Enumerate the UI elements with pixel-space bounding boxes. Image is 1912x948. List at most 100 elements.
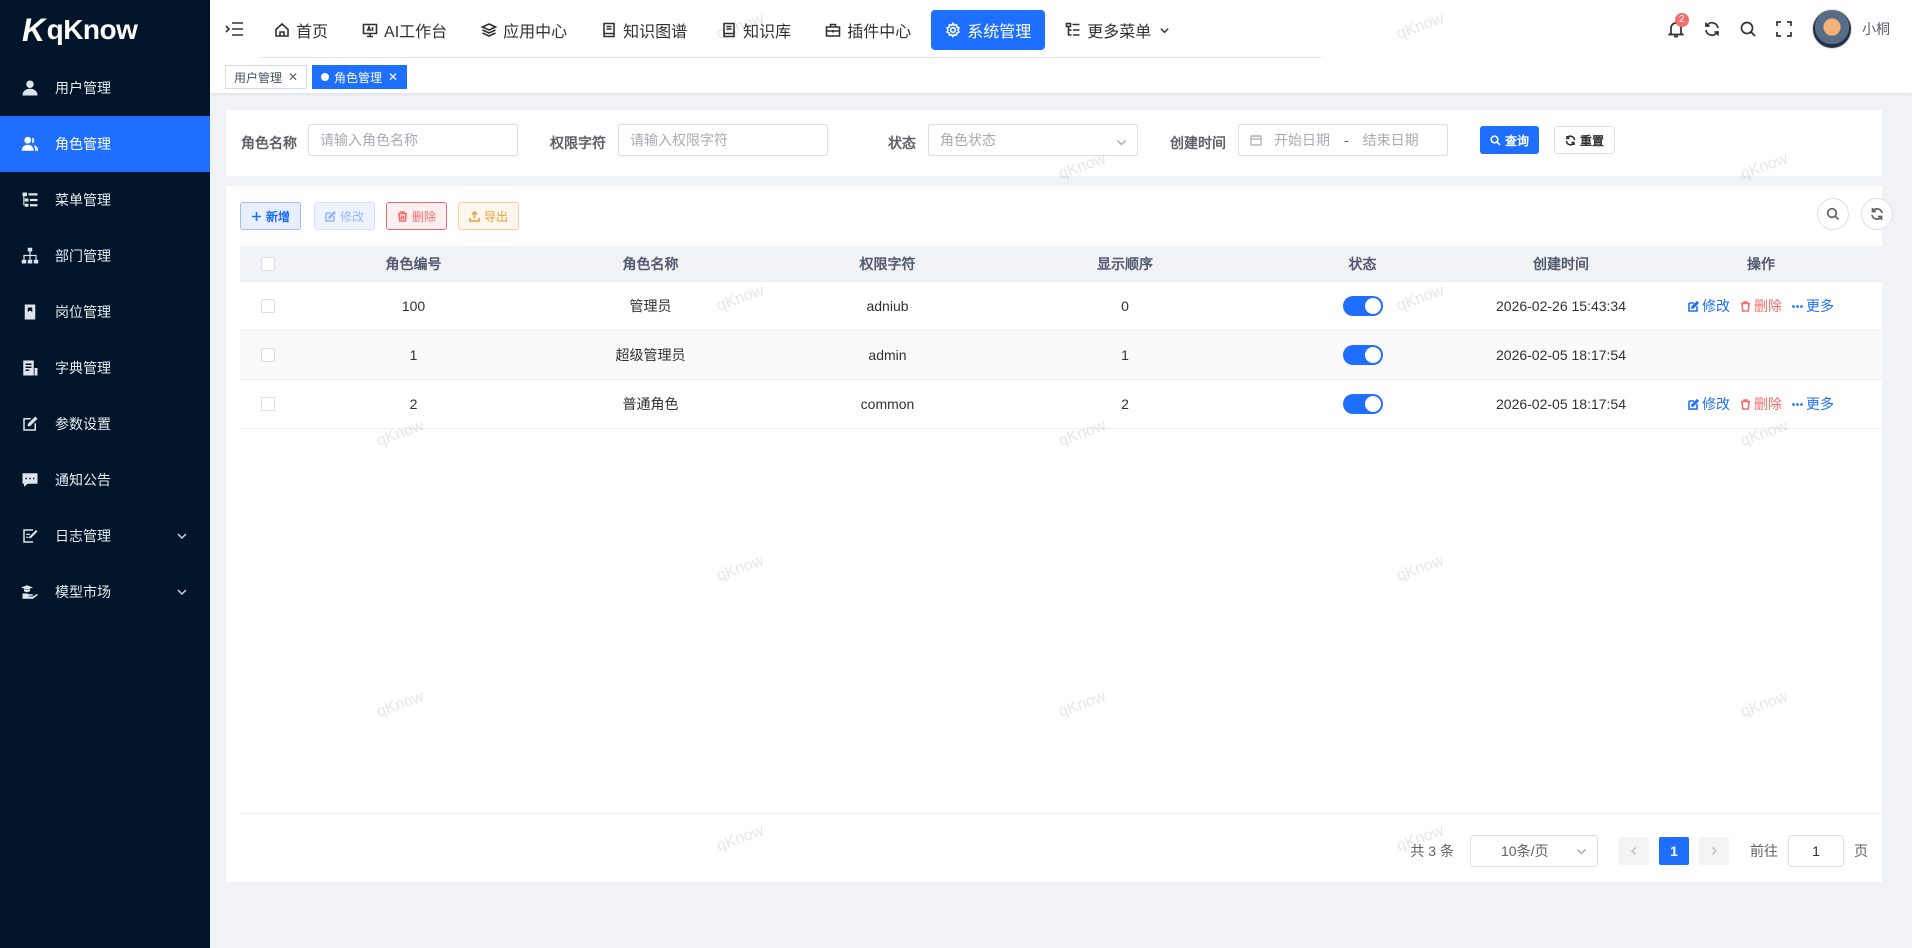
status-switch[interactable] [1342, 345, 1383, 365]
cell-status [1244, 345, 1481, 365]
hamburger-collapse-icon[interactable] [224, 20, 244, 38]
status-placeholder: 角色状态 [940, 132, 996, 148]
sidebar-item-notice[interactable]: 通知公告 [0, 452, 210, 508]
row-delete-link[interactable]: 删除 [1740, 296, 1782, 316]
username[interactable]: 小桐 [1862, 19, 1890, 39]
nav-knowledge-graph[interactable]: 知识图谱 [587, 10, 701, 50]
select-all-checkbox[interactable] [260, 256, 275, 271]
fullscreen-button[interactable] [1766, 11, 1802, 47]
sidebar-item-user-management[interactable]: 用户管理 [0, 60, 210, 116]
sidebar-item-role-management[interactable]: 角色管理 [0, 116, 210, 172]
avatar[interactable] [1812, 9, 1852, 49]
active-dot [321, 73, 329, 81]
row-checkbox[interactable] [260, 397, 275, 411]
nav-knowledge-base[interactable]: 知识库 [707, 10, 805, 50]
more-icon [1792, 304, 1803, 308]
cell-role-name: 普通角色 [622, 396, 679, 412]
trash-icon [1741, 398, 1750, 410]
tag-label: 角色管理 [334, 70, 383, 85]
nav-system-management[interactable]: 系统管理 [931, 10, 1046, 50]
page-number-current[interactable]: 1 [1659, 837, 1689, 865]
query-button-label: 查询 [1505, 133, 1530, 148]
cell-role-id: 1 [409, 347, 418, 363]
sidebar-item-model-market[interactable]: 模型市场 [0, 564, 210, 620]
nav-home[interactable]: 首页 [260, 10, 342, 50]
logo-mark: K [22, 11, 45, 48]
tag-user-management[interactable]: 用户管理 ✕ [225, 65, 308, 89]
search-icon [1490, 134, 1501, 146]
nav-app-center[interactable]: 应用中心 [467, 10, 581, 50]
tags-view-bar: 用户管理 ✕ 角色管理 ✕ [210, 58, 1912, 94]
user-icon [20, 78, 40, 98]
row-edit-link[interactable]: 修改 [1688, 296, 1730, 316]
cell-display-order: 1 [1121, 347, 1129, 363]
calendar-icon [1250, 135, 1262, 146]
role-key-placeholder: 请输入权限字符 [630, 132, 728, 148]
notification-button[interactable]: 2 [1658, 11, 1694, 47]
table-header-row: 角色编号 角色名称 权限字符 显示顺序 状态 创建时间 操作 [240, 246, 1882, 282]
nav-more-menu[interactable]: 更多菜单 [1051, 10, 1184, 50]
close-icon[interactable]: ✕ [288, 70, 298, 84]
sidebar-item-menu-management[interactable]: 菜单管理 [0, 172, 210, 228]
page-size-select[interactable]: 10条/页 [1470, 835, 1598, 867]
next-page-button[interactable] [1699, 837, 1729, 865]
nav-ai-workbench[interactable]: AI工作台 [348, 10, 461, 50]
row-checkbox[interactable] [260, 299, 275, 313]
cell-operations: 修改 删除 更多 [1641, 296, 1881, 316]
sidebar-item-dictionary-management[interactable]: 字典管理 [0, 340, 210, 396]
export-button[interactable]: 导出 [458, 202, 520, 230]
toggle-search-button[interactable] [1817, 198, 1849, 230]
edit-icon [325, 210, 336, 222]
goto-page-input[interactable]: 1 [1788, 835, 1844, 867]
status-select[interactable]: 角色状态 [928, 124, 1138, 156]
role-name-input[interactable]: 请输入角色名称 [308, 124, 518, 156]
chevron-down-icon [1116, 135, 1127, 146]
reset-button[interactable]: 重置 [1554, 126, 1616, 154]
delete-button[interactable]: 删除 [386, 202, 448, 230]
query-button[interactable]: 查询 [1480, 126, 1540, 154]
logo[interactable]: K qKnow [0, 0, 210, 60]
role-key-input[interactable]: 请输入权限字符 [618, 124, 828, 156]
row-checkbox-cell [240, 299, 295, 313]
end-date-placeholder: 结束日期 [1362, 132, 1419, 148]
nav-plugin-center[interactable]: 插件中心 [811, 10, 925, 50]
sidebar-item-label: 菜单管理 [55, 192, 111, 208]
tag-label: 用户管理 [234, 70, 283, 85]
prev-page-button[interactable] [1619, 837, 1649, 865]
close-icon[interactable]: ✕ [388, 70, 398, 84]
header-role-key: 权限字符 [859, 255, 916, 272]
date-range-picker[interactable]: 开始日期 - 结束日期 [1238, 124, 1448, 156]
goto-page-value: 1 [1812, 843, 1820, 859]
nav-label: 知识库 [743, 24, 792, 41]
row-more-link[interactable]: 更多 [1792, 296, 1834, 316]
refresh-table-button[interactable] [1861, 198, 1893, 230]
refresh-button[interactable] [1694, 11, 1730, 47]
status-switch[interactable] [1342, 394, 1383, 414]
search-button[interactable] [1730, 11, 1766, 47]
search-form: 角色名称 请输入角色名称 权限字符 请输入权限字符 状态 角色状态 创建时间 开… [226, 110, 1882, 176]
row-more-link[interactable]: 更多 [1792, 394, 1834, 414]
add-button[interactable]: 新增 [240, 202, 302, 230]
header-created-time: 创建时间 [1533, 255, 1589, 272]
cell-role-key: adniub [866, 298, 909, 314]
status-switch[interactable] [1342, 296, 1383, 316]
sidebar-item-log-management[interactable]: 日志管理 [0, 508, 210, 564]
sidebar-item-parameter-settings[interactable]: 参数设置 [0, 396, 210, 452]
sidebar-item-post-management[interactable]: 岗位管理 [0, 284, 210, 340]
tag-role-management[interactable]: 角色管理 ✕ [312, 65, 408, 89]
sidebar-item-label: 字典管理 [55, 360, 111, 376]
more-icon [1792, 402, 1803, 406]
row-delete-link[interactable]: 删除 [1740, 394, 1782, 414]
nav-label: 插件中心 [847, 24, 912, 41]
trash-icon [398, 210, 407, 222]
sidebar-item-department-management[interactable]: 部门管理 [0, 228, 210, 284]
row-edit-label: 修改 [1702, 298, 1730, 314]
role-name-placeholder: 请输入角色名称 [320, 132, 418, 148]
edit-button[interactable]: 修改 [314, 202, 376, 230]
chevron-down-icon [176, 529, 188, 541]
row-edit-link[interactable]: 修改 [1688, 394, 1730, 414]
edit-button-label: 修改 [340, 209, 365, 224]
cell-role-key: common [860, 396, 915, 412]
row-checkbox[interactable] [260, 348, 275, 362]
monitor-icon [362, 23, 378, 38]
